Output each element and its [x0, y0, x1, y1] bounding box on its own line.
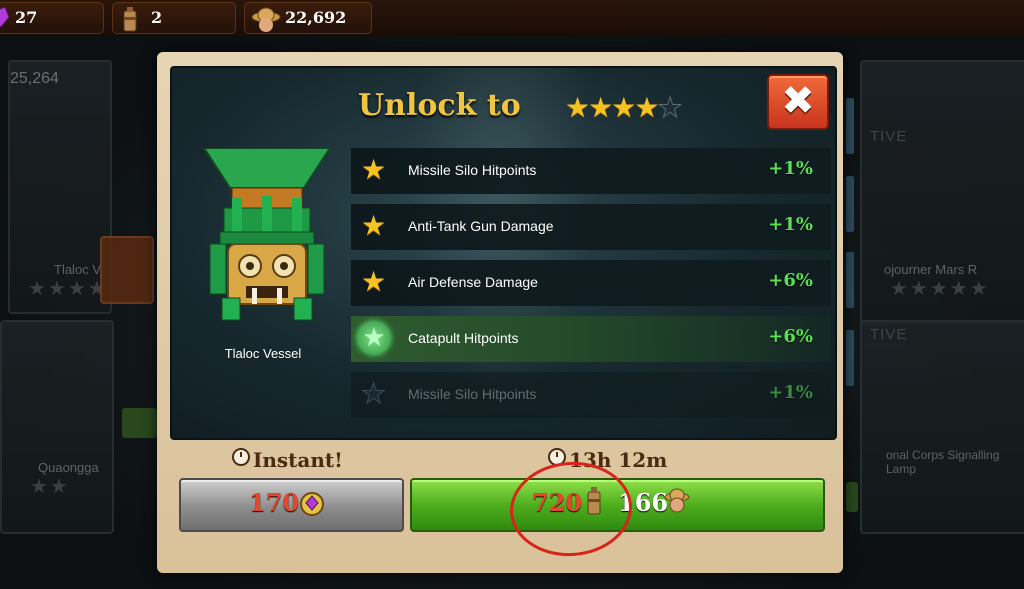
workers-counter[interactable]: 22,692 [244, 2, 372, 34]
bonus-value: +1% [768, 158, 813, 179]
close-button[interactable]: ✖ [767, 74, 829, 130]
resource-bar: 27 2 22,692 [0, 0, 1024, 36]
bonus-value: +1% [768, 382, 813, 403]
fuel-counter[interactable]: 2 [112, 2, 236, 34]
timed-label-text: 13h 12m [569, 448, 668, 472]
bonus-row-locked: ★ Missile Silo Hitpoints +1% [351, 372, 831, 418]
instant-gem-cost: 170 [249, 488, 300, 517]
star-icon: ★ [361, 265, 387, 298]
star-icon: ★ [361, 209, 387, 242]
instant-option-label: Instant! [232, 448, 343, 472]
bg-left-bottom-stars: ★★ [30, 474, 70, 498]
star-icon: ★ [588, 91, 613, 124]
bg-right-tag-2: TIVE [870, 326, 908, 343]
fuel-value: 2 [151, 8, 163, 27]
bg-side-button [846, 330, 854, 386]
workers-value: 22,692 [285, 8, 347, 27]
bg-right-card-name-2: onal Corps Signalling Lamp [886, 448, 1000, 476]
empty-star-icon: ★ [360, 377, 387, 410]
instant-unlock-button[interactable]: 170 [179, 478, 404, 532]
instant-label-text: Instant! [253, 448, 343, 472]
worker-cost: 166 [618, 488, 669, 517]
star-icon: ★ [634, 91, 659, 124]
fuel-barrel-icon [587, 487, 601, 515]
bonus-label: Catapult Hitpoints [408, 330, 519, 346]
dialog-title: Unlock to [358, 88, 521, 123]
bonus-label: Missile Silo Hitpoints [408, 162, 537, 178]
bg-left-card-name: Tlaloc V [54, 262, 101, 277]
gems-counter[interactable]: 27 [0, 2, 104, 34]
bg-card-left-2 [0, 320, 114, 534]
bg-left-tab [100, 236, 154, 304]
bg-green-button-right [846, 482, 858, 512]
worker-helmet-icon [251, 7, 281, 32]
target-star-rating: ★★★★★ [565, 91, 683, 125]
bg-left-stars: ★★★★ [28, 276, 108, 300]
close-icon: ✖ [781, 78, 815, 124]
bg-side-button [846, 252, 854, 308]
clock-icon [548, 448, 566, 466]
timed-unlock-button[interactable]: 720 166 [410, 478, 825, 532]
bonus-value: +1% [768, 214, 813, 235]
timed-option-label: 13h 12m [548, 448, 667, 472]
bonus-row-new: ★ Catapult Hitpoints +6% [351, 316, 831, 362]
bg-side-button [846, 98, 854, 154]
tlaloc-vessel-image [202, 148, 332, 321]
bonus-value: +6% [768, 326, 813, 347]
gems-value: 27 [15, 8, 38, 27]
item-name: Tlaloc Vessel [224, 346, 302, 361]
gem-icon [0, 7, 9, 28]
bg-card-right-2 [860, 320, 1024, 534]
empty-star-icon: ★ [657, 91, 683, 125]
bonus-label: Anti-Tank Gun Damage [408, 218, 554, 234]
bg-side-button [846, 176, 854, 232]
star-icon: ★ [565, 91, 590, 124]
clock-icon [232, 448, 250, 466]
bg-right-card-name: ojourner Mars R [884, 262, 978, 277]
bonus-row: ★ Air Defense Damage +6% [351, 260, 831, 306]
bonus-value: +6% [768, 270, 813, 291]
bg-left-bottom-name: Quaongga [38, 460, 99, 475]
bonus-label: Missile Silo Hitpoints [408, 386, 537, 402]
bonus-row: ★ Missile Silo Hitpoints +1% [351, 148, 831, 194]
bg-right-stars: ★★★★★ [890, 276, 990, 300]
gem-icon [300, 492, 324, 516]
star-icon: ★ [361, 153, 387, 186]
bonus-label: Air Defense Damage [408, 274, 538, 290]
fuel-barrel-icon [123, 7, 137, 32]
new-bonus-star-icon: ★ [357, 321, 391, 355]
star-icon: ★ [611, 91, 636, 124]
bg-green-button-left [122, 408, 157, 438]
bg-left-value: 25,264 [10, 70, 59, 87]
worker-helmet-icon [664, 488, 690, 513]
bg-right-tag-1: TIVE [870, 128, 908, 145]
bonus-row: ★ Anti-Tank Gun Damage +1% [351, 204, 831, 250]
fuel-cost: 720 [532, 488, 583, 517]
